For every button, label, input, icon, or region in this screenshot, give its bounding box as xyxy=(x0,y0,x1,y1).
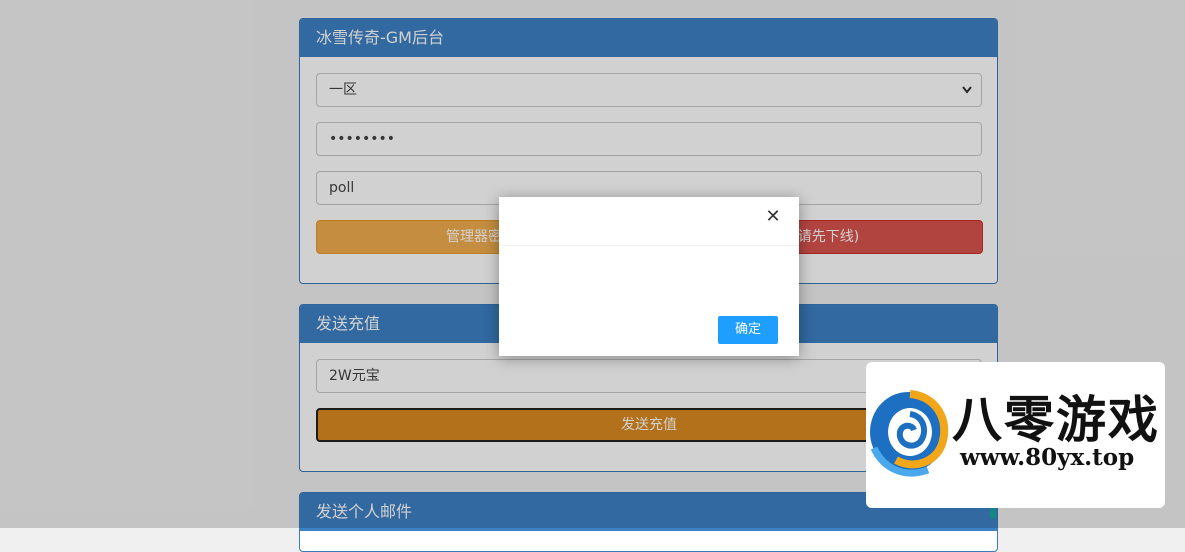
dialog-divider xyxy=(499,245,799,246)
swirl-logo-icon xyxy=(870,390,949,477)
gm-admin-page: 冰雪传奇-GM后台 一区 •••••••• poll 管理器密钥 件 (请先下线… xyxy=(0,0,1185,552)
watermark-badge: 八零游戏 www.80yx.top xyxy=(866,362,1165,508)
alert-dialog: ✕ 确定 xyxy=(499,197,799,356)
close-icon[interactable]: ✕ xyxy=(765,208,781,226)
watermark-brand: 八零游戏 xyxy=(952,391,1160,449)
confirm-button[interactable]: 确定 xyxy=(718,316,778,344)
watermark-url: www.80yx.top xyxy=(960,444,1135,471)
